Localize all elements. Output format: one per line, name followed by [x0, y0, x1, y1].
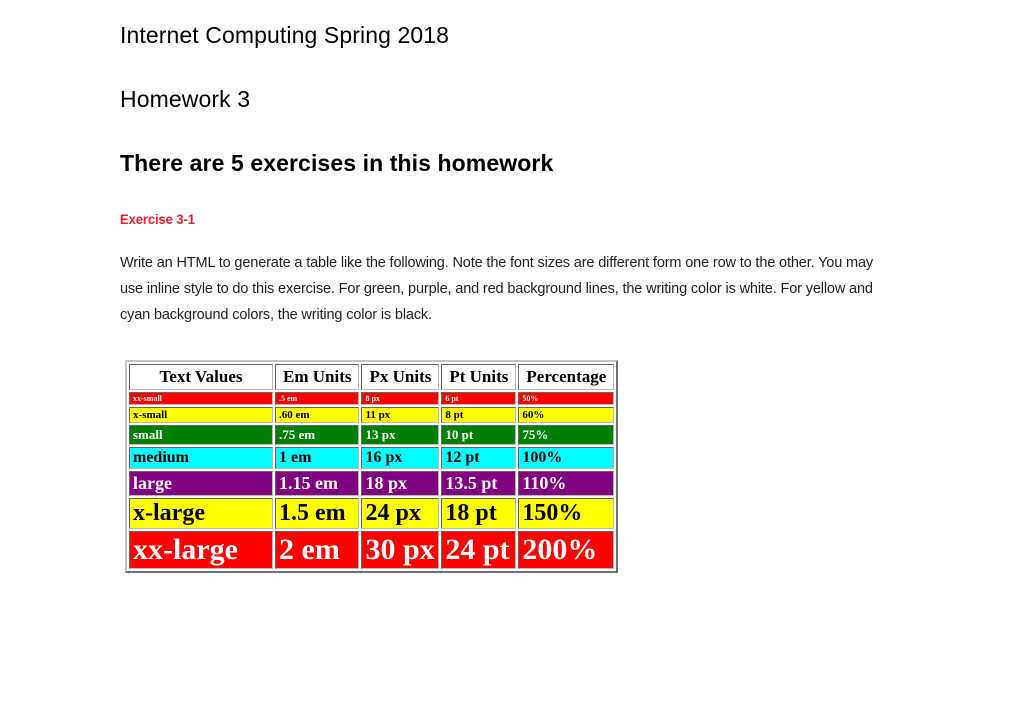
cell-px: 16 px [361, 447, 440, 469]
cell-text-value: xx-small [129, 392, 273, 405]
exercise-label: Exercise 3-1 [120, 211, 195, 227]
column-header-percentage: Percentage [518, 364, 615, 390]
table-row: xx-small .5 em 8 px 6 pt 50% [129, 392, 615, 405]
cell-percentage: 110% [518, 471, 615, 496]
table-row: xx-large 2 em 30 px 24 pt 200% [129, 531, 615, 569]
cell-pt: 24 pt [441, 531, 517, 569]
cell-pt: 18 pt [441, 498, 517, 529]
font-size-table-container: Text Values Em Units Px Units Pt Units P… [125, 360, 619, 573]
cell-text-value: xx-large [129, 531, 273, 569]
cell-pt: 13.5 pt [441, 471, 517, 496]
cell-text-value: x-large [129, 498, 273, 529]
cell-percentage: 75% [518, 425, 615, 445]
cell-pt: 10 pt [441, 425, 517, 445]
assignment-title: Homework 3 [120, 86, 251, 112]
table-row: x-large 1.5 em 24 px 18 pt 150% [129, 498, 615, 529]
cell-percentage: 150% [518, 498, 615, 529]
column-header-em-units: Em Units [275, 364, 360, 390]
table-row: small .75 em 13 px 10 pt 75% [129, 425, 615, 445]
cell-text-value: large [129, 471, 273, 496]
cell-px: 30 px [361, 531, 440, 569]
table-row: large 1.15 em 18 px 13.5 pt 110% [129, 471, 615, 496]
table-body: xx-small .5 em 8 px 6 pt 50% x-small .60… [129, 392, 615, 569]
cell-px: 24 px [361, 498, 440, 529]
cell-percentage: 60% [518, 407, 615, 423]
exercise-instructions: Write an HTML to generate a table like t… [120, 254, 874, 323]
font-size-table: Text Values Em Units Px Units Pt Units P… [125, 360, 619, 573]
course-title: Internet Computing Spring 2018 [120, 22, 450, 48]
cell-percentage: 50% [518, 392, 615, 405]
cell-em: 1.5 em [275, 498, 360, 529]
table-row: x-small .60 em 11 px 8 pt 60% [129, 407, 615, 423]
cell-em: .5 em [275, 392, 360, 405]
cell-em: 1.15 em [275, 471, 360, 496]
column-header-px-units: Px Units [361, 364, 440, 390]
cell-em: 1 em [275, 447, 360, 469]
table-row: medium 1 em 16 px 12 pt 100% [129, 447, 615, 469]
cell-em: .75 em [275, 425, 360, 445]
cell-pt: 6 pt [441, 392, 517, 405]
exercise-count-heading: There are 5 exercises in this homework [120, 150, 554, 176]
cell-pt: 12 pt [441, 447, 517, 469]
cell-px: 18 px [361, 471, 440, 496]
cell-text-value: x-small [129, 407, 273, 423]
cell-em: .60 em [275, 407, 360, 423]
table-header: Text Values Em Units Px Units Pt Units P… [129, 364, 615, 390]
cell-text-value: medium [129, 447, 273, 469]
cell-percentage: 200% [518, 531, 615, 569]
cell-percentage: 100% [518, 447, 615, 469]
cell-px: 11 px [361, 407, 440, 423]
table-header-row: Text Values Em Units Px Units Pt Units P… [129, 364, 615, 390]
cell-pt: 8 pt [441, 407, 517, 423]
cell-px: 8 px [361, 392, 440, 405]
cell-px: 13 px [361, 425, 440, 445]
cell-em: 2 em [275, 531, 360, 569]
cell-text-value: small [129, 425, 273, 445]
column-header-pt-units: Pt Units [441, 364, 517, 390]
document-page: Internet Computing Spring 2018 Homework … [0, 0, 1024, 715]
column-header-text-values: Text Values [129, 364, 273, 390]
